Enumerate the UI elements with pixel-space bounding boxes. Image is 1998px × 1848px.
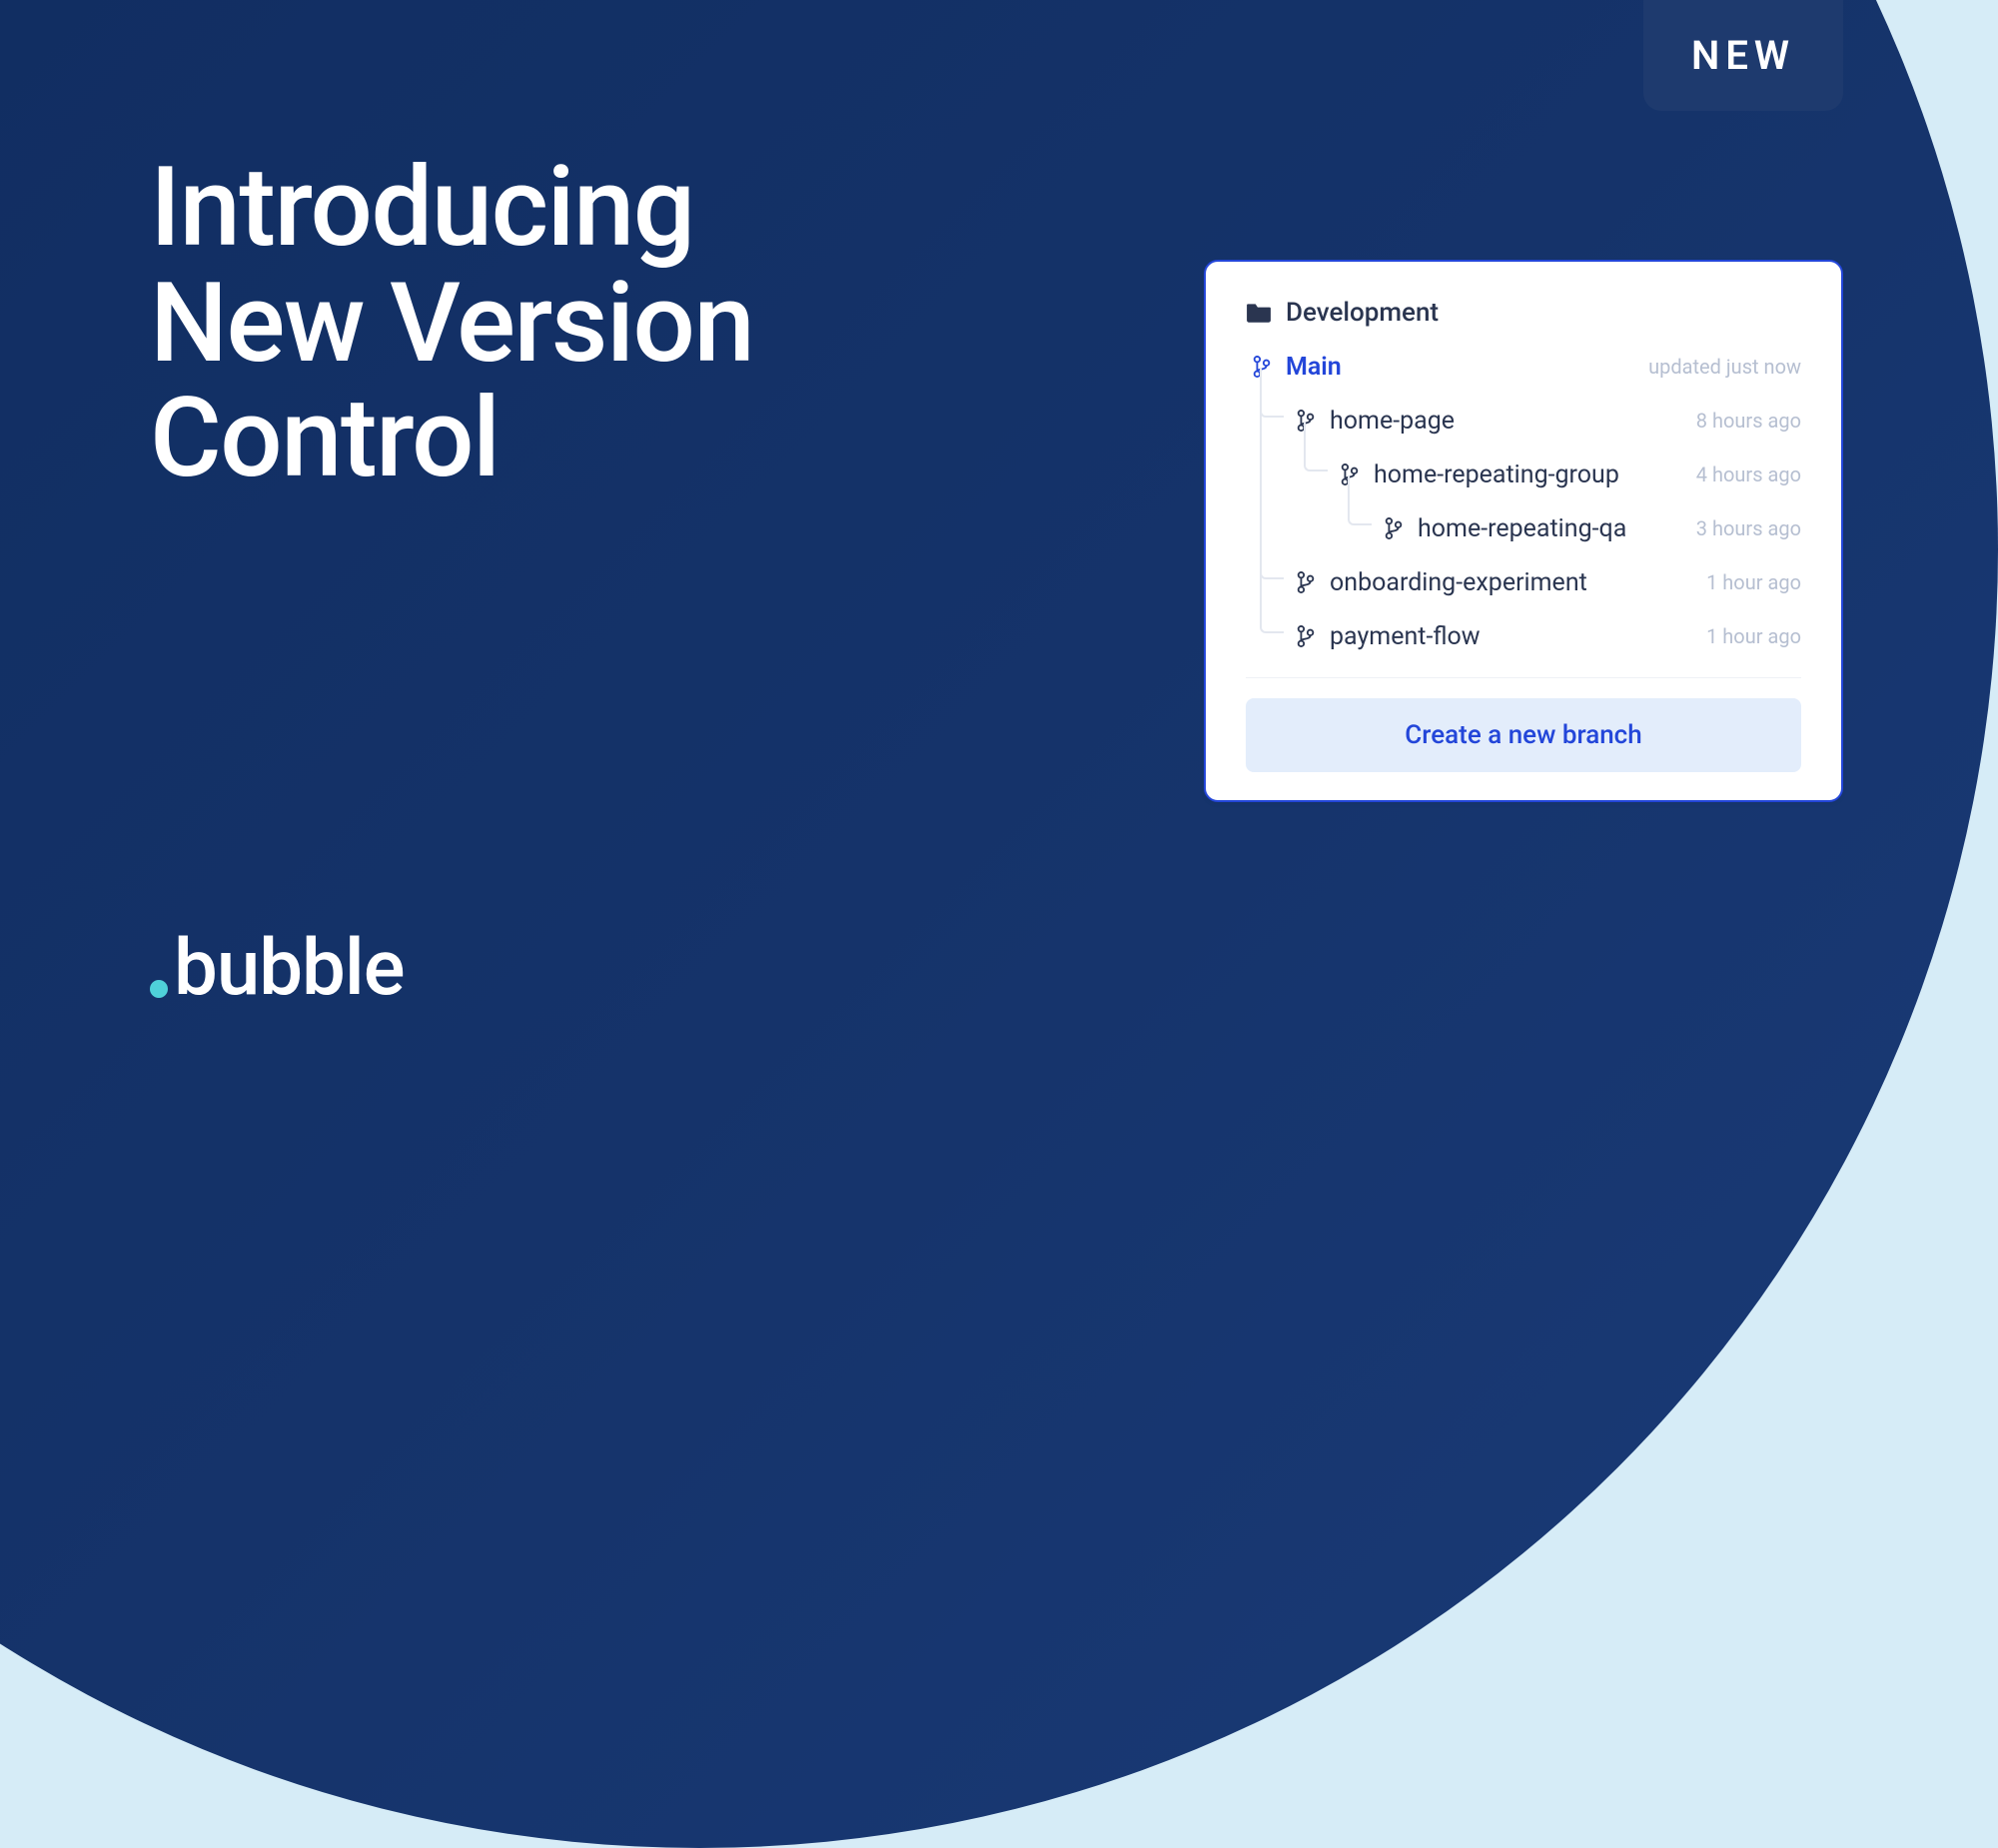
branch-name: payment-flow — [1330, 622, 1481, 651]
branch-icon — [1296, 625, 1316, 647]
branch-name: onboarding-experiment — [1330, 568, 1587, 597]
branch-time: updated just now — [1648, 355, 1801, 379]
headline-line-2: New Version — [150, 266, 753, 382]
headline-line-1: Introducing — [150, 150, 753, 266]
new-badge: NEW — [1643, 0, 1843, 111]
branch-time: 1 hour ago — [1706, 570, 1801, 594]
hero-headline-block: Introducing New Version Control — [150, 150, 753, 496]
branch-time: 4 hours ago — [1696, 462, 1801, 486]
brand-dot-icon — [150, 980, 168, 998]
panel-section-title: Development — [1286, 298, 1439, 328]
panel-divider — [1246, 677, 1801, 678]
branch-row[interactable]: payment-flow 1 hour ago — [1252, 609, 1801, 663]
branch-icon — [1296, 571, 1316, 593]
branch-icon — [1384, 517, 1404, 539]
create-branch-button[interactable]: Create a new branch — [1246, 698, 1801, 772]
version-control-panel: Development Main updated just now home-p… — [1204, 260, 1843, 802]
branch-name: Main — [1286, 353, 1342, 382]
headline-line-3: Control — [150, 381, 753, 496]
branch-row-main[interactable]: Main updated just now — [1252, 340, 1801, 394]
branch-row[interactable]: onboarding-experiment 1 hour ago — [1252, 555, 1801, 609]
create-branch-label: Create a new branch — [1405, 720, 1641, 750]
panel-header: Development — [1206, 298, 1841, 336]
branch-row[interactable]: home-repeating-qa 3 hours ago — [1252, 501, 1801, 555]
branch-name: home-repeating-group — [1374, 461, 1619, 489]
brand-logo: bubble — [150, 923, 405, 1014]
branch-row[interactable]: home-page 8 hours ago — [1252, 394, 1801, 448]
new-badge-label: NEW — [1691, 32, 1795, 79]
branch-row[interactable]: home-repeating-group 4 hours ago — [1252, 448, 1801, 501]
branch-time: 3 hours ago — [1696, 516, 1801, 540]
branch-name: home-page — [1330, 407, 1455, 436]
branch-time: 8 hours ago — [1696, 409, 1801, 433]
brand-wordmark: bubble — [174, 923, 405, 1014]
folder-icon — [1246, 302, 1272, 324]
branch-name: home-repeating-qa — [1418, 514, 1626, 543]
branch-time: 1 hour ago — [1706, 624, 1801, 648]
branch-tree: Main updated just now home-page 8 hours … — [1206, 336, 1841, 663]
